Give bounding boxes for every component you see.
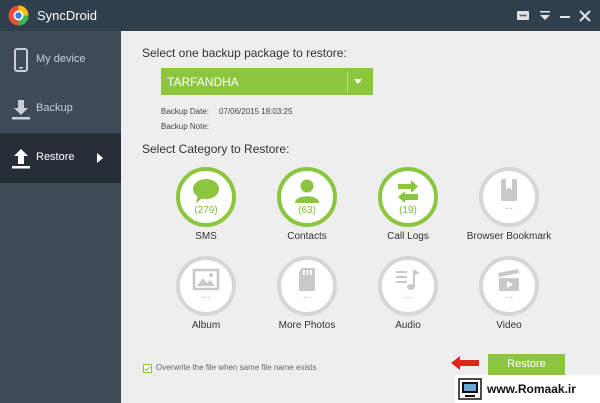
chevron-right-icon xyxy=(97,153,103,163)
upload-icon xyxy=(10,146,32,170)
category-name: More Photos xyxy=(278,320,336,331)
minimize-icon[interactable] xyxy=(556,5,574,25)
category-name: Video xyxy=(496,320,522,331)
swap-arrows-icon xyxy=(394,178,422,204)
watermark-text: www.Romaak.ir xyxy=(487,382,576,396)
red-arrow-icon xyxy=(451,356,479,370)
sidebar: My device Backup Restore xyxy=(0,31,121,403)
category-audio[interactable]: ... Audio xyxy=(358,256,458,341)
close-icon[interactable] xyxy=(576,5,594,25)
sidebar-item-my-device[interactable]: My device xyxy=(0,35,121,85)
chat-icon[interactable] xyxy=(514,5,532,25)
category-name: Audio xyxy=(395,320,421,331)
backup-date-label: Backup Date: xyxy=(161,107,210,116)
sidebar-item-backup[interactable]: Backup xyxy=(0,84,121,134)
overwrite-label: Overwrite the file when same file name e… xyxy=(156,363,317,372)
category-circle[interactable]: (19) xyxy=(378,167,438,227)
sidebar-item-label: My device xyxy=(36,53,86,65)
overwrite-option[interactable]: Overwrite the file when same file name e… xyxy=(143,363,343,375)
select-category-title: Select Category to Restore: xyxy=(142,142,290,156)
dropdown-separator xyxy=(347,71,348,92)
phone-icon xyxy=(10,48,32,72)
category-circle[interactable]: ... xyxy=(479,167,539,227)
restore-button[interactable]: Restore xyxy=(488,354,565,375)
category-count: (63) xyxy=(298,205,316,216)
category-circle[interactable]: (63) xyxy=(277,167,337,227)
category-circle[interactable]: ... xyxy=(277,256,337,316)
category-more-photos[interactable]: ... More Photos xyxy=(257,256,357,341)
category-call-logs[interactable]: (19) Call Logs xyxy=(358,167,458,252)
category-contacts[interactable]: (63) Contacts xyxy=(257,167,357,252)
app-title: SyncDroid xyxy=(37,8,97,23)
download-icon xyxy=(10,97,32,121)
watermark: www.Romaak.ir xyxy=(455,375,600,403)
category-count: ... xyxy=(302,290,312,301)
sidebar-item-label: Backup xyxy=(36,102,73,114)
category-count: ... xyxy=(403,290,413,301)
category-count: ... xyxy=(504,290,514,301)
category-sms[interactable]: (279) SMS xyxy=(156,167,256,252)
checkmark-icon xyxy=(144,364,151,372)
category-name: Contacts xyxy=(287,231,327,242)
backup-date-value: 07/06/2015 18:03:25 xyxy=(219,107,293,116)
category-browser-bookmark[interactable]: ... Browser Bookmark xyxy=(459,167,559,252)
category-name: Call Logs xyxy=(387,231,429,242)
category-count: ... xyxy=(504,201,514,212)
backup-package-select[interactable]: TARFANDHA xyxy=(161,68,373,95)
category-name: SMS xyxy=(195,231,217,242)
category-name: Album xyxy=(191,320,221,331)
category-circle[interactable]: (279) xyxy=(176,167,236,227)
chevron-down-icon[interactable] xyxy=(354,79,362,84)
category-circle[interactable]: ... xyxy=(479,256,539,316)
speech-bubble-icon xyxy=(192,178,220,204)
category-name: Browser Bookmark xyxy=(466,231,552,242)
romaak-logo-icon xyxy=(458,378,482,400)
category-count: ... xyxy=(201,290,211,301)
backup-note-label: Backup Note: xyxy=(161,122,210,131)
category-album[interactable]: ... Album xyxy=(156,256,256,341)
syncdroid-logo-icon xyxy=(8,5,29,26)
main-panel: Select one backup package to restore: TA… xyxy=(121,31,600,403)
selected-package: TARFANDHA xyxy=(167,75,239,89)
select-package-title: Select one backup package to restore: xyxy=(142,46,347,60)
title-bar: SyncDroid xyxy=(0,0,600,31)
category-circle[interactable]: ... xyxy=(176,256,236,316)
category-count: (19) xyxy=(399,205,417,216)
category-count: (279) xyxy=(194,205,218,216)
sidebar-item-label: Restore xyxy=(36,151,75,163)
category-video[interactable]: ... Video xyxy=(459,256,559,341)
menu-dropdown-icon[interactable] xyxy=(536,5,554,25)
person-icon xyxy=(293,178,321,204)
category-circle[interactable]: ... xyxy=(378,256,438,316)
overwrite-checkbox[interactable] xyxy=(143,364,152,373)
sidebar-item-restore[interactable]: Restore xyxy=(0,133,121,183)
